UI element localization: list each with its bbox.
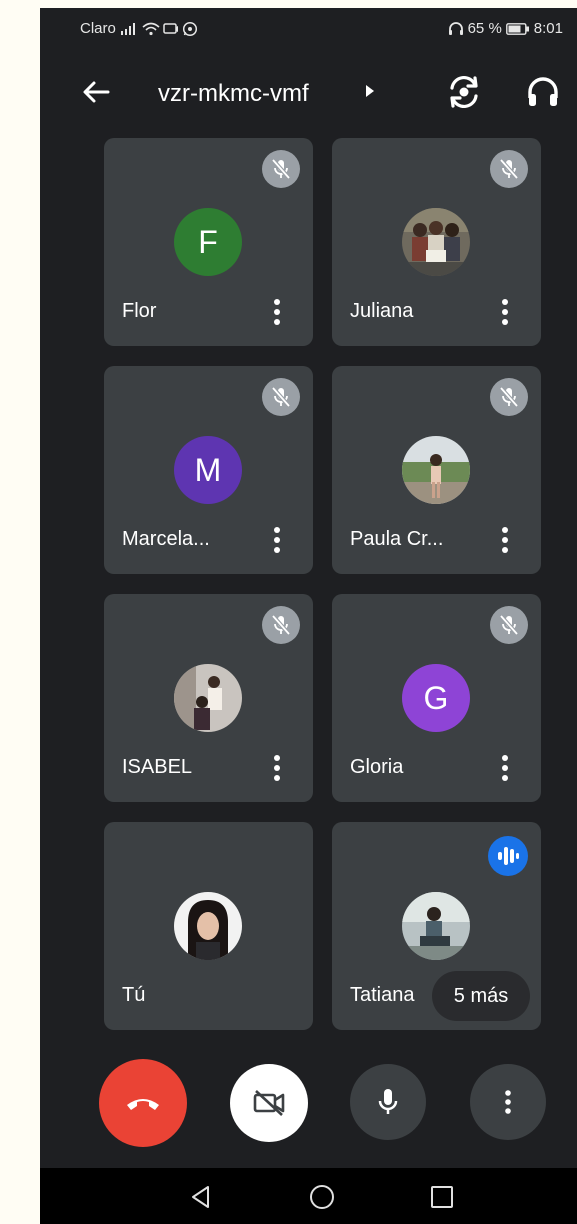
signal-icon <box>119 22 139 36</box>
participant-tile[interactable]: M Marcela... <box>104 366 313 574</box>
carrier-label: Claro <box>80 20 116 37</box>
more-vert-icon[interactable] <box>495 524 515 556</box>
audio-output-button[interactable] <box>523 74 563 110</box>
headphones-icon <box>528 77 558 106</box>
nav-recent-apps-icon[interactable] <box>429 1184 455 1215</box>
avatar-photo <box>174 892 242 960</box>
participant-name: Gloria <box>350 756 404 778</box>
status-bar: Claro 65 % 8:01 <box>40 8 577 52</box>
participant-tile[interactable]: ISABEL <box>104 594 313 802</box>
participant-tile[interactable]: G Gloria <box>332 594 541 802</box>
participant-tile[interactable]: Tatiana 5 más <box>332 822 541 1030</box>
participant-tile[interactable]: F Flor <box>104 138 313 346</box>
camera-toggle-button[interactable] <box>230 1064 308 1142</box>
avatar-photo <box>402 208 470 276</box>
clock: 8:01 <box>533 20 563 37</box>
muted-mic-icon <box>490 150 528 188</box>
more-vert-icon[interactable] <box>495 296 515 328</box>
caret-right-icon[interactable] <box>363 82 377 105</box>
cast-icon <box>163 22 179 36</box>
participant-name: Marcela... <box>122 528 210 550</box>
self-tile[interactable]: Tú <box>104 822 313 1030</box>
meeting-header: vzr-mkmc-vmf <box>40 68 577 116</box>
headset-icon <box>448 21 464 36</box>
avatar: F <box>174 208 242 276</box>
participant-name: ISABEL <box>122 756 193 778</box>
wifi-icon <box>142 22 160 36</box>
muted-mic-icon <box>262 606 300 644</box>
call-controls <box>40 1058 577 1148</box>
more-vert-icon[interactable] <box>267 524 287 556</box>
end-call-button[interactable] <box>99 1059 187 1147</box>
nav-home-icon[interactable] <box>307 1182 337 1217</box>
whatsapp-icon <box>182 21 198 37</box>
more-vert-icon[interactable] <box>267 296 287 328</box>
battery-percent: 65 % <box>467 20 502 37</box>
muted-mic-icon <box>490 378 528 416</box>
switch-camera-button[interactable] <box>444 74 484 110</box>
microphone-icon <box>378 1089 398 1114</box>
camera-off-icon <box>253 1090 285 1116</box>
end-call-icon <box>127 1099 159 1110</box>
more-options-button[interactable] <box>470 1064 546 1140</box>
participant-name: Juliana <box>350 300 414 322</box>
back-button[interactable] <box>78 76 114 108</box>
nav-back-icon[interactable] <box>188 1184 214 1215</box>
muted-mic-icon <box>262 378 300 416</box>
microphone-button[interactable] <box>350 1064 426 1140</box>
more-options-icon <box>505 1090 511 1114</box>
muted-mic-icon <box>262 150 300 188</box>
status-left: Claro <box>80 20 198 37</box>
switch-camera-icon <box>450 75 478 109</box>
avatar-photo <box>402 892 470 960</box>
more-participants-button[interactable]: 5 más <box>432 971 530 1021</box>
participant-tile[interactable]: Paula Cr... <box>332 366 541 574</box>
avatar: M <box>174 436 242 504</box>
more-vert-icon[interactable] <box>267 752 287 784</box>
meeting-code[interactable]: vzr-mkmc-vmf <box>158 80 309 108</box>
avatar-photo <box>402 436 470 504</box>
back-arrow-icon <box>83 81 110 103</box>
participant-name: Tú <box>122 984 146 1006</box>
speaking-indicator-icon <box>488 836 528 876</box>
more-vert-icon[interactable] <box>495 752 515 784</box>
muted-mic-icon <box>490 606 528 644</box>
navigation-bar <box>40 1168 577 1224</box>
battery-icon <box>505 22 530 35</box>
avatar: G <box>402 664 470 732</box>
phone-screen: Claro 65 % 8:01 vzr-mkmc-vmf F Flor Juli… <box>40 8 577 1224</box>
avatar-photo <box>174 664 242 732</box>
status-right: 65 % 8:01 <box>448 20 563 37</box>
participant-name: Flor <box>122 300 157 322</box>
participant-tile[interactable]: Juliana <box>332 138 541 346</box>
participant-name: Paula Cr... <box>350 528 444 550</box>
participant-name: Tatiana <box>350 984 415 1006</box>
